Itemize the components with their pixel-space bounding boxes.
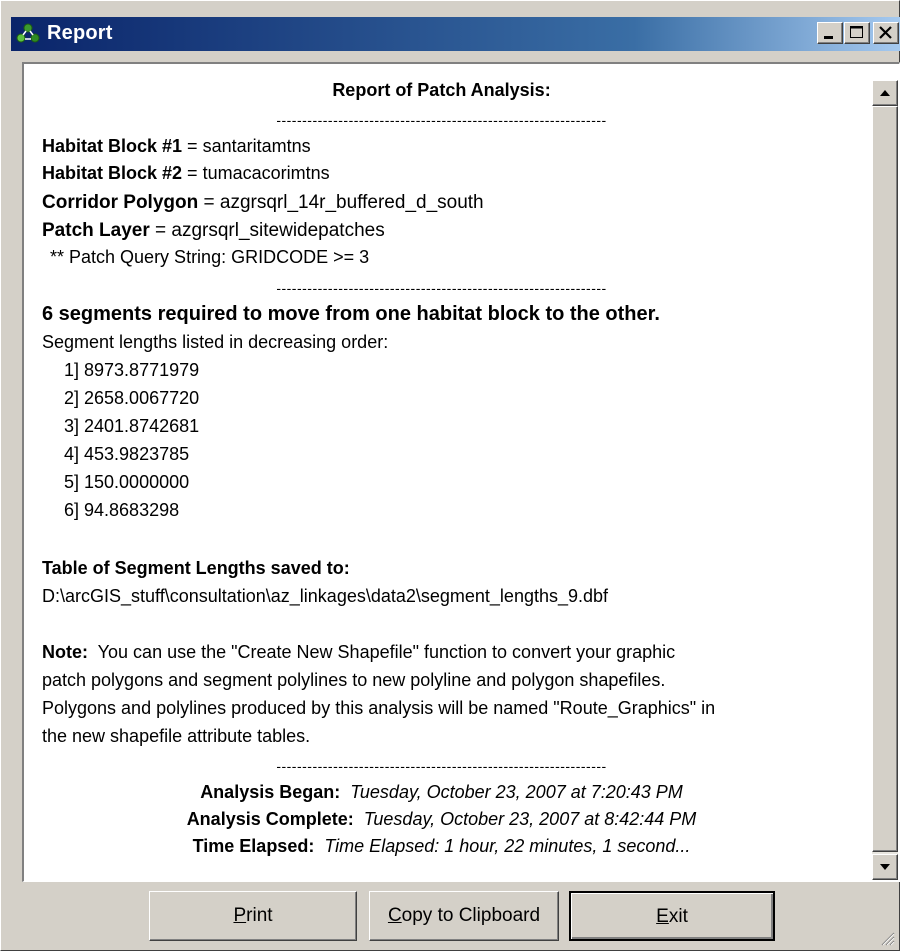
habitat-block-1-value: santaritamtns: [202, 136, 311, 156]
equals-sign: =: [198, 192, 220, 213]
segment-item: 4] 453.9823785: [64, 444, 190, 464]
copy-mnemonic: C: [387, 905, 402, 926]
divider: ----------------------------------------…: [276, 280, 607, 296]
print-button[interactable]: Print: [149, 891, 357, 941]
segment-item: 1] 8973.8771979: [64, 360, 200, 380]
note-label: Note:: [42, 642, 88, 662]
equals-sign: =: [182, 163, 203, 183]
segment-item: 5] 150.0000000: [64, 472, 190, 492]
note-text: You can use the "Create New Shapefile" f…: [88, 642, 676, 662]
note-line-3: Polygons and polylines produced by this …: [42, 698, 716, 718]
table-heading: Table of Segment Lengths saved to:: [42, 558, 350, 578]
scroll-thumb[interactable]: [872, 106, 898, 852]
exit-mnemonic: E: [656, 906, 669, 927]
habitat-block-2-line: Habitat Block #2 = tumacacorimtns: [42, 161, 330, 186]
analysis-began-value: Tuesday, October 23, 2007 at 7:20:43 PM: [350, 782, 683, 802]
divider: ----------------------------------------…: [276, 112, 607, 128]
print-mnemonic: P: [233, 905, 247, 926]
equals-sign: =: [182, 136, 203, 156]
vertical-scrollbar[interactable]: [872, 80, 898, 880]
report-content: Report of Patch Analysis: --------------…: [24, 64, 859, 881]
maximize-button[interactable]: [844, 22, 870, 44]
title-bar[interactable]: Report: [11, 17, 900, 51]
maximize-icon: [850, 26, 863, 38]
patch-layer-label: Patch Layer: [42, 220, 150, 241]
corridor-polygon-value: azgrsqrl_14r_buffered_d_south: [219, 192, 484, 213]
exit-button[interactable]: Exit: [569, 891, 775, 941]
patch-layer-value: azgrsqrl_sitewidepatches: [171, 220, 385, 241]
time-elapsed-value: Time Elapsed: 1 hour, 22 minutes, 1 seco…: [324, 836, 691, 856]
time-elapsed-label: Time Elapsed:: [192, 836, 315, 856]
analysis-complete-label: Analysis Complete:: [186, 809, 354, 829]
corridor-polygon-line: Corridor Polygon = azgrsqrl_14r_buffered…: [42, 190, 484, 215]
corridor-polygon-label: Corridor Polygon: [42, 192, 199, 213]
arrow-down-icon: [880, 864, 890, 870]
report-window: Report Report of Patch Analysis: -------…: [0, 0, 900, 951]
segment-item: 2] 2658.0067720: [64, 388, 200, 408]
copy-to-clipboard-button[interactable]: Copy to Clipboard: [369, 891, 559, 941]
note-line-1: Note: You can use the "Create New Shapef…: [42, 640, 675, 665]
divider: ----------------------------------------…: [276, 758, 607, 774]
minimize-button[interactable]: [817, 22, 843, 44]
close-icon: [879, 26, 892, 39]
analysis-began-line: Analysis Began: Tuesday, October 23, 200…: [24, 780, 859, 805]
analysis-complete-value: Tuesday, October 23, 2007 at 8:42:44 PM: [363, 809, 697, 829]
note-line-4: the new shapefile attribute tables.: [42, 726, 311, 746]
segment-item: 3] 2401.8742681: [64, 416, 200, 436]
patch-query-string: ** Patch Query String: GRIDCODE >= 3: [50, 247, 370, 267]
exit-label: xit: [668, 906, 688, 927]
print-label: rint: [246, 905, 273, 926]
patch-layer-line: Patch Layer = azgrsqrl_sitewidepatches: [42, 218, 385, 243]
copy-label: opy to Clipboard: [401, 905, 541, 926]
table-path: D:\arcGIS_stuff\consultation\az_linkages…: [42, 586, 609, 606]
habitat-block-1-label: Habitat Block #1: [42, 136, 183, 156]
close-button[interactable]: [873, 22, 899, 44]
equals-sign: =: [149, 220, 172, 241]
segments-summary: 6 segments required to move from one hab…: [42, 303, 660, 325]
note-line-2: patch polygons and segment polylines to …: [42, 670, 666, 690]
report-heading: Report of Patch Analysis:: [332, 80, 551, 100]
window-title: Report: [47, 22, 113, 44]
app-icon: [16, 23, 40, 45]
report-text-area[interactable]: Report of Patch Analysis: --------------…: [22, 62, 900, 882]
segments-intro: Segment lengths listed in decreasing ord…: [42, 332, 389, 352]
time-elapsed-line: Time Elapsed: Time Elapsed: 1 hour, 22 m…: [24, 834, 859, 859]
scroll-up-button[interactable]: [872, 80, 898, 106]
scroll-down-button[interactable]: [872, 854, 898, 880]
arrow-up-icon: [880, 90, 890, 96]
segment-item: 6] 94.8683298: [64, 500, 180, 520]
analysis-complete-line: Analysis Complete: Tuesday, October 23, …: [24, 807, 859, 832]
minimize-icon: [824, 36, 833, 39]
habitat-block-2-value: tumacacorimtns: [202, 163, 330, 183]
resize-grip-icon[interactable]: [877, 928, 895, 946]
habitat-block-1-line: Habitat Block #1 = santaritamtns: [42, 134, 311, 159]
habitat-block-2-label: Habitat Block #2: [42, 163, 183, 183]
analysis-began-label: Analysis Began:: [200, 782, 341, 802]
